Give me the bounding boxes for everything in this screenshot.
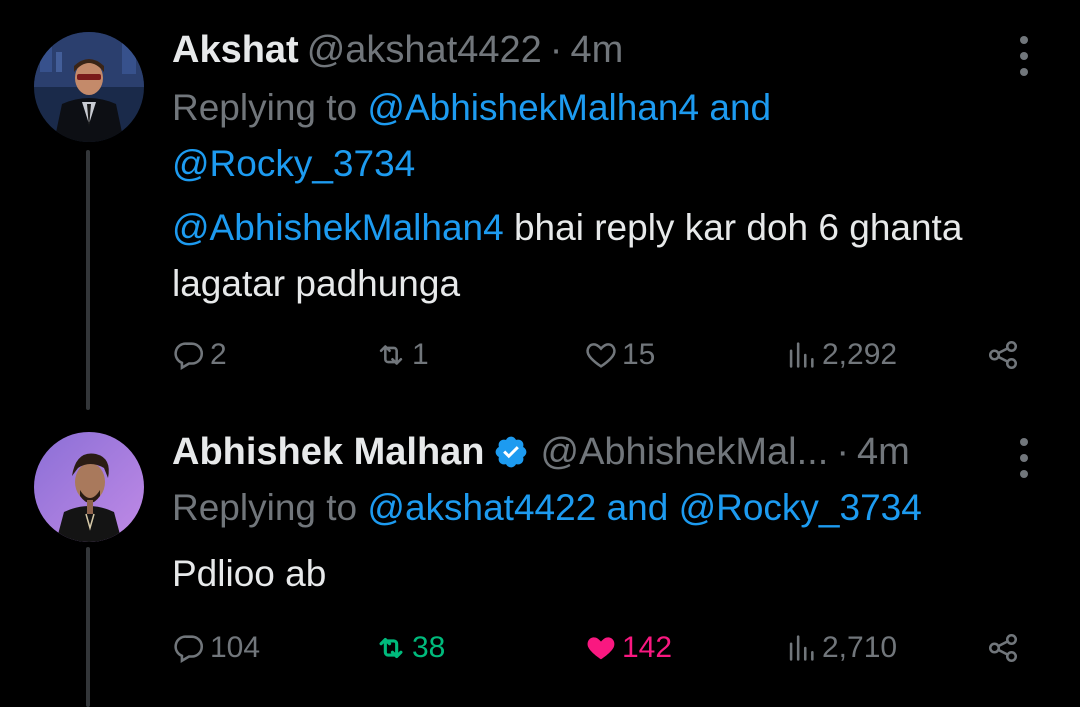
- tweet-header: Akshat @akshat4422 · 4m: [172, 28, 970, 72]
- views-button[interactable]: 2,710: [784, 623, 897, 673]
- reply-icon: [174, 342, 204, 371]
- like-button[interactable]: 142: [584, 623, 672, 673]
- tweet-body-text: Pdlioo ab: [172, 553, 327, 594]
- display-name[interactable]: Akshat: [172, 28, 299, 72]
- tweet-header: Abhishek Malhan @AbhishekMal... · 4m: [172, 430, 970, 474]
- views-icon: [789, 635, 814, 661]
- view-count: 2,710: [822, 631, 898, 664]
- reply-count: 104: [210, 631, 261, 664]
- user-handle[interactable]: @akshat4422: [307, 28, 542, 72]
- heart-icon: [587, 637, 615, 660]
- more-icon[interactable]: [1012, 438, 1036, 478]
- share-button[interactable]: [986, 330, 1020, 380]
- avatar[interactable]: [34, 432, 144, 542]
- separator-dot: ·: [836, 431, 849, 473]
- display-name[interactable]: Abhishek Malhan: [172, 430, 485, 474]
- replying-prefix: Replying to: [172, 487, 358, 528]
- avatar[interactable]: [34, 32, 144, 142]
- replying-and[interactable]: and: [709, 87, 771, 128]
- replying-to: Replying to @akshat4422 and @Rocky_3734: [172, 480, 1052, 536]
- like-count: 142: [622, 631, 673, 664]
- like-button[interactable]: 15: [584, 330, 655, 380]
- reply-icon: [174, 635, 204, 664]
- heart-icon: [586, 343, 616, 368]
- tweet-text: @AbhishekMalhan4 bhai reply kar doh 6 gh…: [172, 200, 972, 312]
- mention-link[interactable]: @AbhishekMalhan4: [172, 207, 504, 248]
- retweet-button[interactable]: 38: [374, 623, 445, 673]
- share-button[interactable]: [986, 623, 1020, 673]
- tweet-text: Pdlioo ab: [172, 546, 972, 602]
- reply-thread: Akshat @akshat4422 · 4m Replying to @Abh…: [0, 0, 1080, 707]
- view-count: 2,292: [822, 338, 898, 371]
- retweet-button[interactable]: 1: [374, 330, 429, 380]
- retweet-icon: [379, 637, 403, 659]
- retweet-count: 1: [412, 338, 429, 371]
- user-handle[interactable]: @AbhishekMal...: [541, 430, 829, 474]
- views-icon: [789, 342, 814, 368]
- like-count: 15: [622, 338, 656, 371]
- more-icon[interactable]: [1012, 36, 1036, 76]
- reply-button[interactable]: 2: [172, 330, 227, 380]
- replying-prefix: Replying to: [172, 87, 358, 128]
- retweet-count: 38: [412, 631, 446, 664]
- timestamp[interactable]: 4m: [857, 430, 910, 474]
- mention-link[interactable]: @Rocky_3734: [172, 143, 415, 184]
- share-icon: [988, 340, 1018, 370]
- action-bar: 2 1 15 2,292: [172, 330, 1032, 380]
- mention-link[interactable]: @AbhishekMalhan4: [367, 87, 699, 128]
- tweet-abhishek[interactable]: Abhishek Malhan @AbhishekMal... · 4m Rep…: [0, 410, 1080, 707]
- verified-badge-icon: [495, 436, 526, 468]
- timestamp[interactable]: 4m: [570, 28, 623, 72]
- thread-connector-line: [86, 150, 90, 410]
- share-icon: [988, 633, 1018, 663]
- reply-count: 2: [210, 338, 227, 371]
- separator-dot: ·: [549, 29, 563, 71]
- thread-connector-line: [86, 547, 90, 707]
- retweet-icon: [379, 345, 403, 365]
- replying-to: Replying to @AbhishekMalhan4 and @Rocky_…: [172, 80, 892, 192]
- reply-button[interactable]: 104: [172, 623, 260, 673]
- views-button[interactable]: 2,292: [784, 330, 897, 380]
- tweet-akshat[interactable]: Akshat @akshat4422 · 4m Replying to @Abh…: [0, 0, 1080, 410]
- action-bar: 104 38 142 2,710: [172, 623, 1032, 673]
- replying-and[interactable]: and: [607, 487, 669, 528]
- mention-link[interactable]: @akshat4422: [367, 487, 596, 528]
- mention-link[interactable]: @Rocky_3734: [679, 487, 922, 528]
